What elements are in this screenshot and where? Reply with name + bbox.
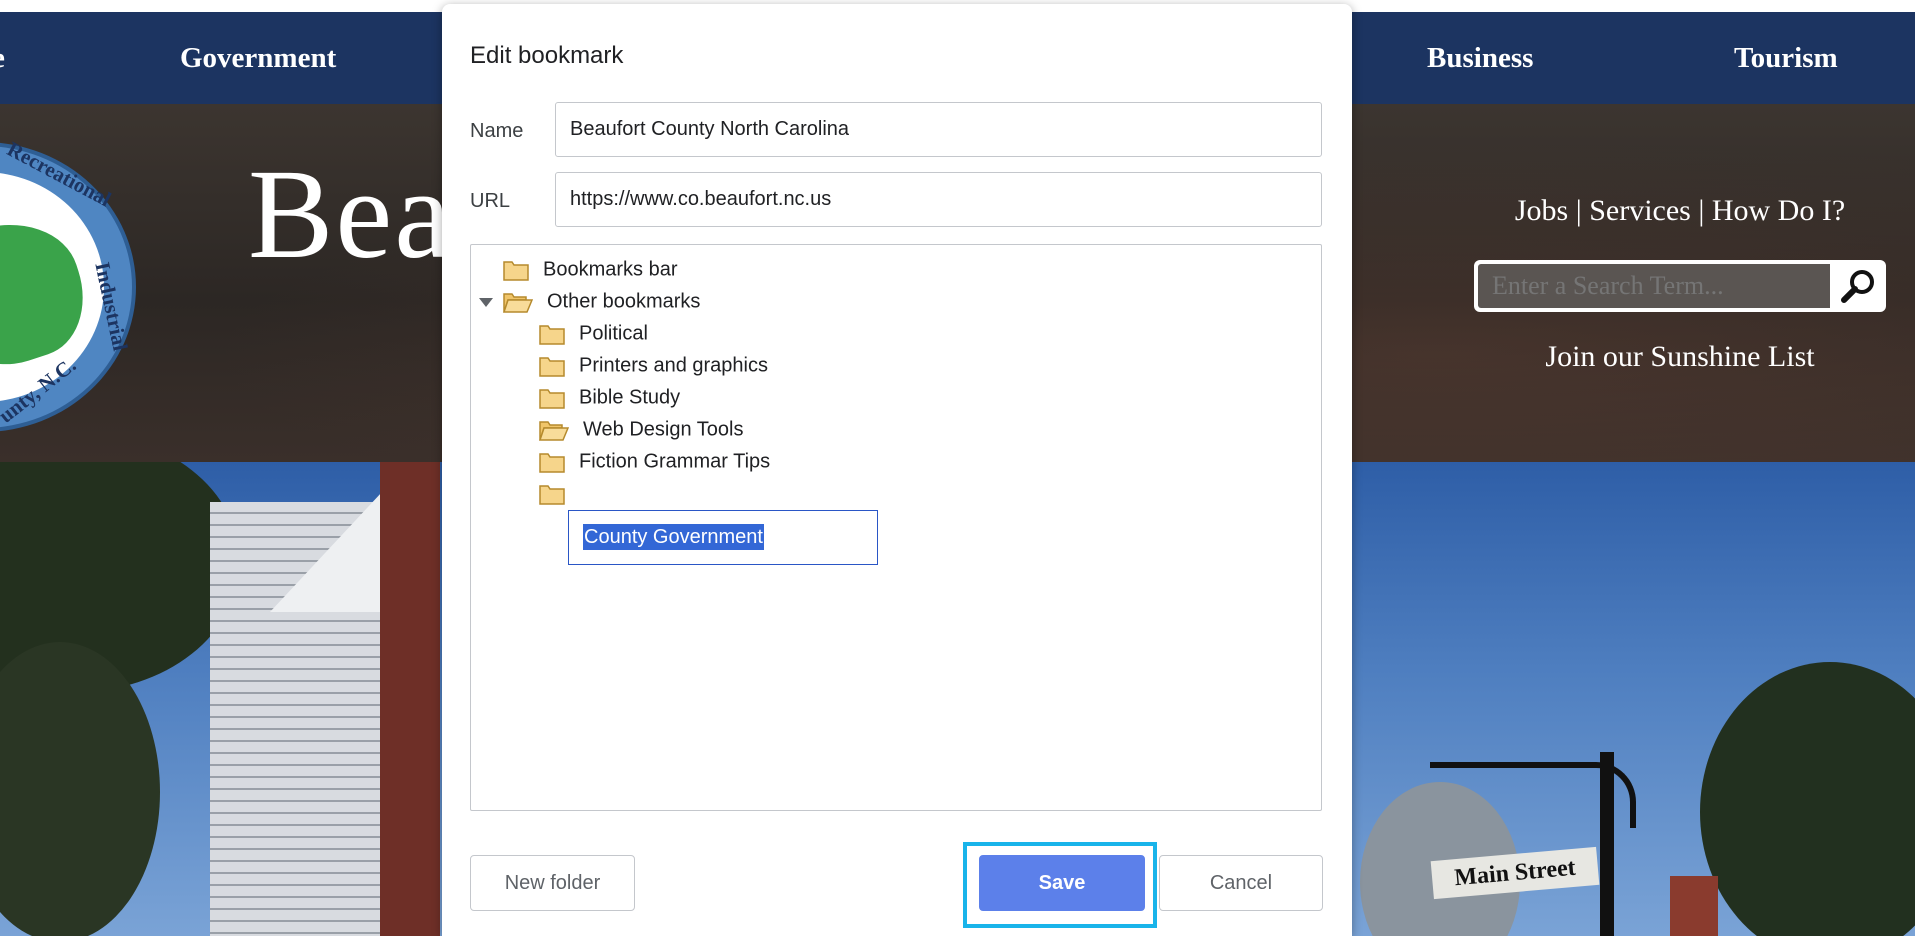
new-folder-button[interactable]: New folder xyxy=(470,855,635,911)
nav-item-tourism[interactable]: Tourism xyxy=(1734,12,1838,104)
tree-item-label: Web Design Tools xyxy=(583,418,744,441)
tree-item-new-folder[interactable] xyxy=(539,477,579,509)
folder-rename-text: County Government xyxy=(583,524,764,550)
nav-item-business[interactable]: Business xyxy=(1427,12,1533,104)
magnifier-icon xyxy=(1841,270,1874,303)
tree-item-other-bookmarks[interactable]: Other bookmarks xyxy=(503,285,700,317)
tree-foliage-right xyxy=(1700,662,1915,936)
header-quick-links[interactable]: Jobs | Services | How Do I? xyxy=(1470,194,1890,228)
tree-item-label: Fiction Grammar Tips xyxy=(579,450,771,473)
url-field[interactable] xyxy=(555,172,1322,227)
brick-wall xyxy=(380,462,440,936)
sunshine-list-link[interactable]: Join our Sunshine List xyxy=(1470,340,1890,374)
save-button-highlight xyxy=(963,842,1157,928)
chevron-down-icon[interactable] xyxy=(479,298,493,307)
tree-item-label: Printers and graphics xyxy=(579,354,768,377)
folder-rename-input[interactable]: County Government xyxy=(568,510,878,565)
name-label: Name xyxy=(470,120,524,142)
site-search xyxy=(1474,260,1886,312)
folder-icon xyxy=(539,452,565,473)
tree-item-political[interactable]: Political xyxy=(539,317,648,349)
tree-item-web-design-tools[interactable]: Web Design Tools xyxy=(539,413,743,445)
nav-item-government[interactable]: Government xyxy=(180,12,336,104)
folder-icon xyxy=(539,388,565,409)
street-sign-post xyxy=(1600,752,1614,936)
folder-icon xyxy=(539,356,565,377)
tree-item-printers-and-graphics[interactable]: Printers and graphics xyxy=(539,349,768,381)
nav-item-home[interactable]: e xyxy=(0,12,5,104)
tree-item-label: Political xyxy=(579,322,648,345)
folder-icon xyxy=(539,324,565,345)
site-title: Bea xyxy=(248,143,453,285)
folder-icon xyxy=(539,484,565,505)
tree-item-label: Other bookmarks xyxy=(547,290,701,313)
tree-foliage-left-lower xyxy=(0,642,160,936)
search-button[interactable] xyxy=(1836,266,1880,306)
dialog-title: Edit bookmark xyxy=(470,42,624,69)
tree-item-fiction-grammar-tips[interactable]: Fiction Grammar Tips xyxy=(539,445,770,477)
seal-map-shape xyxy=(0,204,100,384)
open-folder-icon xyxy=(539,420,569,441)
open-folder-icon xyxy=(503,292,533,313)
chimney xyxy=(1670,876,1718,936)
name-field[interactable] xyxy=(555,102,1322,157)
edit-bookmark-dialog: Edit bookmark Name URL Bookmarks bar Oth… xyxy=(442,4,1352,936)
folder-icon xyxy=(503,260,529,281)
folder-tree: Bookmarks bar Other bookmarks Political … xyxy=(470,244,1322,811)
tree-item-label: Bookmarks bar xyxy=(543,258,678,281)
cancel-button[interactable]: Cancel xyxy=(1159,855,1323,911)
tree-item-bookmarks-bar[interactable]: Bookmarks bar xyxy=(503,253,678,285)
url-label: URL xyxy=(470,190,511,212)
tree-item-label: Bible Study xyxy=(579,386,681,409)
tree-item-bible-study[interactable]: Bible Study xyxy=(539,381,680,413)
site-search-input[interactable] xyxy=(1478,264,1830,308)
